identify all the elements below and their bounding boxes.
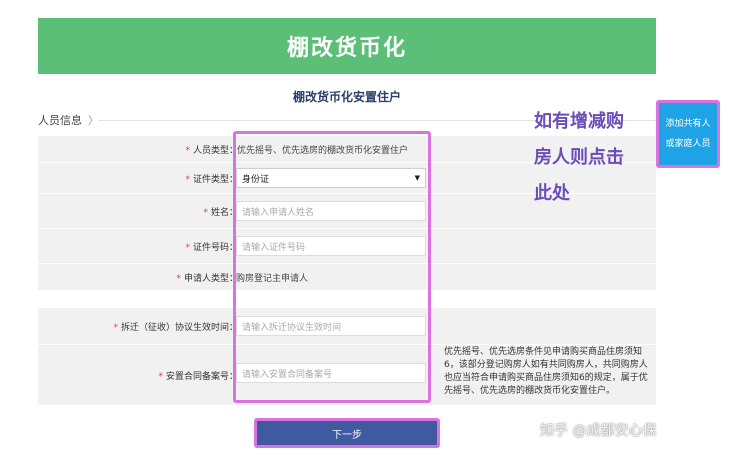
name-label: * 姓名：: [203, 208, 238, 218]
form-spacer: [38, 291, 656, 308]
demolition-date-input[interactable]: 请输入拆迁协议生效时间: [236, 316, 426, 336]
page-subtitle: 棚改货币化安置住户: [292, 90, 401, 104]
callout-line-2: 房人则点击: [534, 147, 624, 168]
next-button[interactable]: 下一步: [257, 421, 437, 445]
section-label: 人员信息: [38, 114, 82, 127]
next-button-highlight: 下一步: [254, 418, 440, 448]
banner-title: 棚改货币化: [286, 36, 407, 61]
applicant-type-value: 购房登记主申请人: [236, 274, 309, 284]
form-row-applicant-type: * 申请人类型： 购房登记主申请人: [38, 264, 656, 291]
add-button-line-2: 或家庭人员: [665, 139, 711, 149]
id-number-input[interactable]: 请输入证件号码: [236, 236, 426, 256]
person-type-label: * 人员类型：: [185, 146, 238, 156]
watermark: 知乎 @成都安心保: [540, 423, 657, 439]
page-banner: 棚改货币化: [38, 18, 656, 74]
chevron-down-icon: ▼: [414, 174, 420, 182]
person-type-value: 优先摇号、优先选房的棚改货币化安置住户: [237, 146, 409, 156]
id-number-label: * 证件号码：: [185, 243, 238, 253]
applicant-type-label: * 申请人类型：: [176, 274, 238, 284]
form-row-demolition-date: * 拆迁（征收）协议生效时间： 请输入拆迁协议生效时间: [38, 308, 656, 345]
add-co-owner-button[interactable]: 添加共有人 或家庭人员: [659, 103, 717, 165]
add-button-line-1: 添加共有人: [665, 119, 711, 129]
demolition-date-label: * 拆迁（征收）协议生效时间：: [113, 323, 238, 333]
id-type-label: * 证件类型：: [185, 175, 238, 185]
callout-text: 如有增减购 房人则点击 此处: [534, 104, 656, 212]
id-type-select[interactable]: 身份证 ▼: [236, 168, 426, 188]
form-row-id-number: * 证件号码： 请输入证件号码: [38, 229, 656, 264]
callout-line-3: 此处: [534, 183, 570, 204]
contract-no-input[interactable]: 请输入安置合同备案号: [236, 363, 426, 383]
id-type-selected-value: 身份证: [242, 174, 270, 185]
callout-line-1: 如有增减购: [534, 111, 624, 132]
eligibility-note: 优先摇号、优先选房条件见申请购买商品住房须知6，该部分登记购房人如有共同购房人，…: [444, 347, 648, 396]
contract-no-label: * 安置合同备案号：: [158, 372, 238, 382]
add-member-highlight: 添加共有人 或家庭人员: [656, 100, 720, 168]
name-input[interactable]: 请输入申请人姓名: [236, 201, 426, 221]
